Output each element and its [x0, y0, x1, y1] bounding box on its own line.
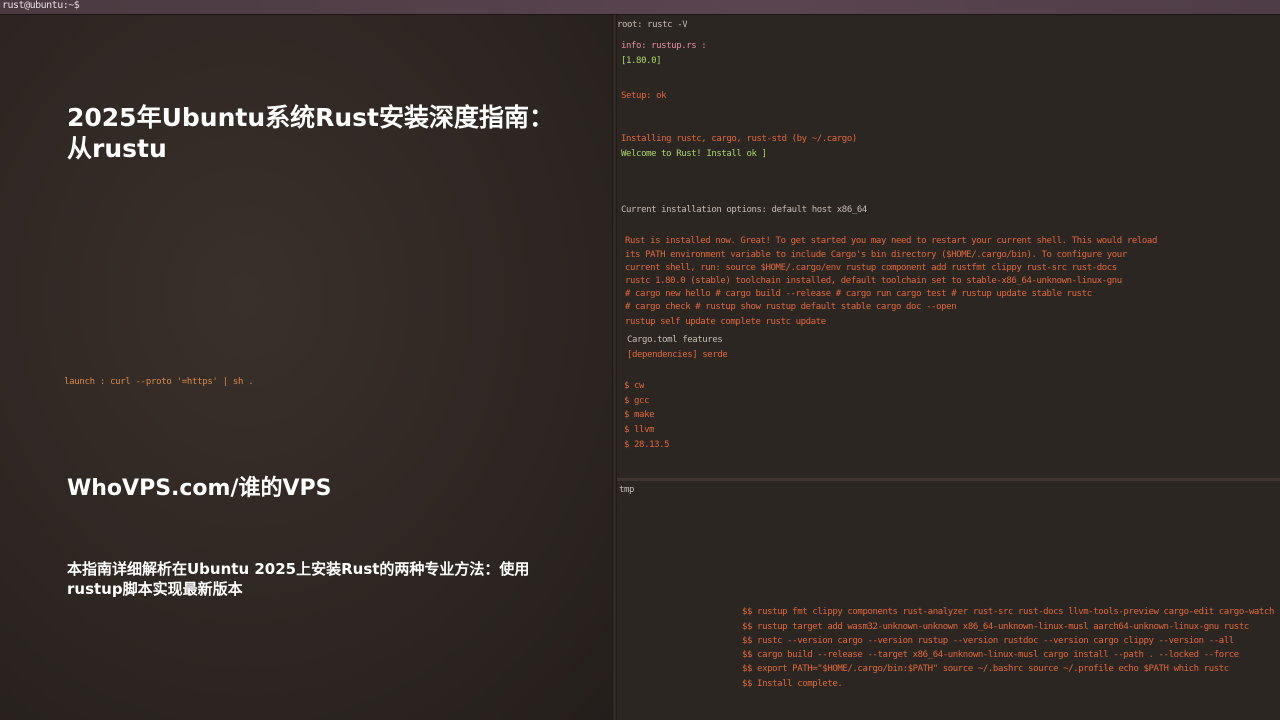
- window-titlebar: rust@ubuntu:~$: [0, 0, 1280, 15]
- terminal-output-line: rustup self update complete rustc update: [625, 317, 826, 327]
- terminal-line: Current installation options: default ho…: [621, 205, 867, 215]
- terminal-line: [1.80.0]: [621, 56, 662, 66]
- terminal-output-line: current shell, run: source $HOME/.cargo/…: [625, 263, 1117, 273]
- lower-pane-line: $$ Install complete.: [742, 679, 843, 689]
- lower-pane-line: $$ export PATH="$HOME/.cargo/bin:$PATH" …: [742, 664, 1229, 674]
- terminal-output-line: # cargo new hello # cargo build --releas…: [625, 289, 1092, 299]
- terminal-list-item: $ 28.13.5: [624, 440, 670, 450]
- terminal-line: info: rustup.rs :: [621, 41, 707, 51]
- lower-pane-line: $$ cargo build --release --target x86_64…: [742, 650, 1239, 660]
- terminal-list-item: $ cw: [624, 381, 645, 391]
- lower-pane-line: $$ rustup fmt clippy components rust-ana…: [742, 607, 1274, 617]
- terminal-output-line: Rust is installed now. Great! To get sta…: [625, 236, 1157, 246]
- terminal-output-line: its PATH environment variable to include…: [625, 250, 1127, 260]
- terminal-line: Welcome to Rust! Install ok ]: [621, 149, 767, 159]
- lower-pane-line: $$ rustc --version cargo --version rustu…: [742, 636, 1234, 646]
- lower-pane-line: $$ rustup target add wasm32-unknown-unkn…: [742, 622, 1249, 632]
- terminal-line: Setup: ok: [621, 91, 667, 101]
- terminal-section-heading: Cargo.toml features: [627, 335, 723, 345]
- article-description: 本指南详细解析在Ubuntu 2025上安装Rust的两种专业方法：使用rust…: [67, 560, 530, 598]
- terminal-header: root: rustc -V: [617, 20, 688, 30]
- terminal-output-line: # cargo check # rustup show rustup defau…: [625, 302, 957, 312]
- terminal-section-sub: [dependencies] serde: [627, 350, 728, 360]
- terminal-list-item: $ gcc: [624, 396, 650, 406]
- terminal-list-item: $ llvm: [624, 425, 655, 435]
- terminal-split-handle[interactable]: [617, 478, 1280, 481]
- site-name: WhoVPS.com/谁的VPS: [67, 476, 332, 501]
- terminal-list-item: $ make: [624, 410, 655, 420]
- terminal-line: Installing rustc, cargo, rust-std (by ~/…: [621, 134, 857, 144]
- lower-pane-header: tmp: [619, 485, 635, 495]
- article-title: 2025年Ubuntu系统Rust安装深度指南：从rustu: [67, 103, 555, 163]
- terminal-output-line: rustc 1.80.0 (stable) toolchain installe…: [625, 276, 1122, 286]
- window-title: rust@ubuntu:~$: [2, 0, 80, 11]
- left-terminal-prompt: launch : curl --proto '=https' | sh .: [64, 377, 254, 387]
